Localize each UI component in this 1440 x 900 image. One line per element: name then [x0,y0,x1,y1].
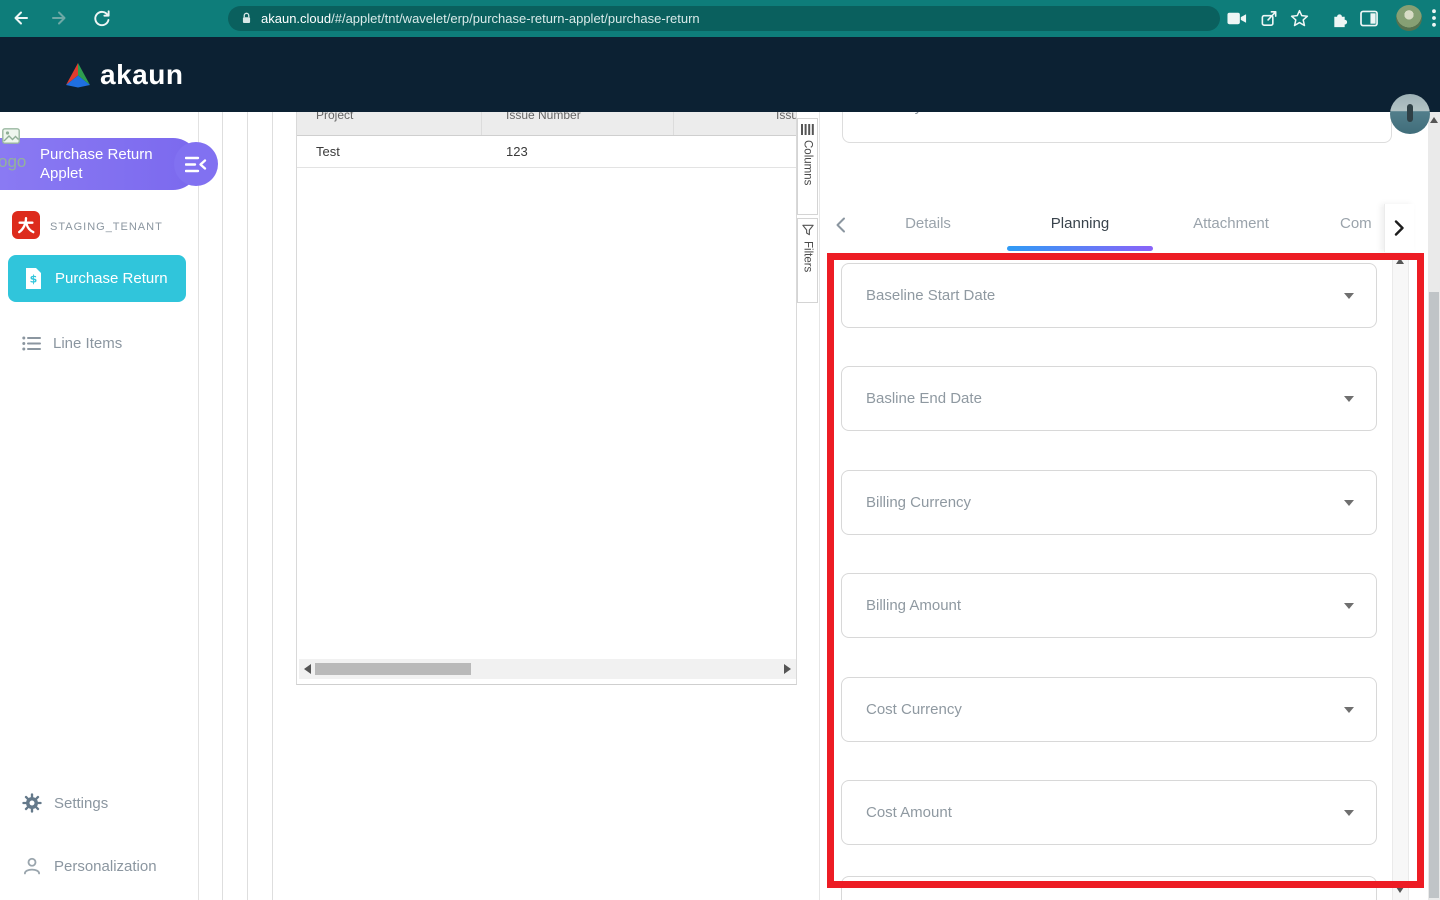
columns-tab-label: Columns [802,140,814,185]
person-icon [22,856,42,876]
lock-icon [240,11,253,26]
page-scroll-thumb[interactable] [1429,292,1439,898]
app-header: akaun [0,37,1440,112]
panel-divider [247,112,248,900]
columns-icon [801,124,814,135]
filters-side-tab[interactable]: Filters [797,218,818,303]
field-basline-end-date[interactable]: Basline End Date [841,366,1377,431]
scroll-down-arrow-icon[interactable] [1396,887,1404,893]
cell-project: Test [316,144,340,159]
gear-icon [22,793,42,813]
sidebar-item-settings[interactable]: Settings [0,786,199,820]
applet-logo-broken-image: ogo [2,128,20,149]
browser-menu-dots-icon[interactable] [1421,5,1440,31]
applet-title: Purchase Return Applet [40,145,153,183]
share-icon[interactable] [1256,5,1282,31]
tabs-scroll-right-button[interactable] [1384,204,1414,252]
field-billing-currency[interactable]: Billing Currency [841,470,1377,535]
page-scrollbar[interactable] [1428,112,1440,900]
akaun-logo-icon [64,62,92,88]
browser-back-icon[interactable] [8,5,34,31]
logo-alt-text: ogo [0,152,26,172]
active-tab-indicator [1007,246,1153,251]
column-header-issue-truncated[interactable]: Issu [776,112,796,122]
field-baseline-start-date[interactable]: Baseline Start Date [841,263,1377,328]
tab-details[interactable]: Details [858,215,998,232]
dropdown-caret-icon [1344,396,1354,402]
browser-reload-icon[interactable] [88,5,114,31]
sidebar-item-line-items[interactable]: Line Items [0,326,199,360]
brand-name: akaun [100,59,183,91]
page-scroll-up-arrow-icon[interactable] [1430,117,1438,123]
column-header-project[interactable]: Project [316,112,353,122]
scroll-right-arrow-icon[interactable] [784,664,791,674]
dropdown-caret-icon [1344,293,1354,299]
panel-divider [272,112,273,900]
side-panel-icon[interactable] [1356,5,1382,31]
table-horizontal-scrollbar[interactable] [299,659,796,679]
records-table: Project Issue Number Issu Test 123 [296,112,797,685]
field-cost-amount[interactable]: Cost Amount [841,780,1377,845]
collapse-menu-icon [185,156,207,173]
tenant-icon[interactable] [12,211,40,239]
extensions-puzzle-icon[interactable] [1326,5,1352,31]
field-cost-currency[interactable]: Cost Currency [841,677,1377,742]
table-header-row: Project Issue Number Issu [297,112,796,136]
list-icon [22,336,41,351]
browser-address-bar[interactable]: akaun.cloud/#/applet/tnt/wavelet/erp/pur… [228,6,1220,31]
bookmark-star-icon[interactable] [1286,5,1312,31]
filters-tab-label: Filters [802,241,814,272]
panel-separator [819,112,820,900]
url-text: akaun.cloud/#/applet/tnt/wavelet/erp/pur… [261,11,700,26]
column-header-issue-number[interactable]: Issue Number [506,112,581,122]
tabs-scroll-left-icon[interactable] [828,213,852,237]
user-avatar[interactable] [1390,94,1430,134]
media-camera-icon[interactable] [1224,5,1250,31]
dropdown-caret-icon [1344,500,1354,506]
broken-image-icon [2,128,20,144]
sidebar-collapse-button[interactable] [174,142,218,186]
document-dollar-icon: $ [24,267,43,290]
sidebar-item-label: Purchase Return [55,270,168,287]
applet-banner: Purchase Return Applet [0,138,199,190]
filter-icon [802,224,814,236]
tenant-label[interactable]: STAGING_TENANT [50,221,163,233]
cell-issue-number: 123 [506,144,528,159]
svg-text:$: $ [30,273,38,286]
detail-panel-scrollbar[interactable] [1392,253,1409,900]
table-row[interactable]: Test 123 [297,135,796,168]
browser-profile-avatar[interactable] [1396,5,1422,31]
sidebar-item-label: Personalization [54,858,157,875]
field-partially-visible[interactable] [841,876,1377,900]
horizontal-scroll-thumb[interactable] [315,663,471,675]
scroll-left-arrow-icon[interactable] [304,664,311,674]
sidebar-item-label: Line Items [53,335,122,352]
screen: akaun.cloud/#/applet/tnt/wavelet/erp/pur… [0,0,1440,900]
columns-side-tab[interactable]: Columns [797,118,818,215]
sidebar-item-purchase-return[interactable]: $ Purchase Return [8,255,186,302]
browser-forward-icon[interactable] [46,5,72,31]
tab-planning[interactable]: Planning [1010,215,1150,232]
browser-toolbar: akaun.cloud/#/applet/tnt/wavelet/erp/pur… [0,0,1440,37]
panel-divider [222,112,223,900]
akaun-brand[interactable]: akaun [64,37,183,112]
dropdown-caret-icon [1344,603,1354,609]
dropdown-caret-icon [1344,707,1354,713]
tab-comments-truncated[interactable]: Com [1340,215,1384,232]
tab-attachment[interactable]: Attachment [1160,215,1302,232]
sidebar-item-label: Settings [54,795,108,812]
dropdown-caret-icon [1344,810,1354,816]
sidebar-item-personalization[interactable]: Personalization [0,849,199,883]
chevron-right-icon [1394,220,1405,236]
field-billing-amount[interactable]: Billing Amount [841,573,1377,638]
scroll-up-arrow-icon[interactable] [1396,258,1404,264]
